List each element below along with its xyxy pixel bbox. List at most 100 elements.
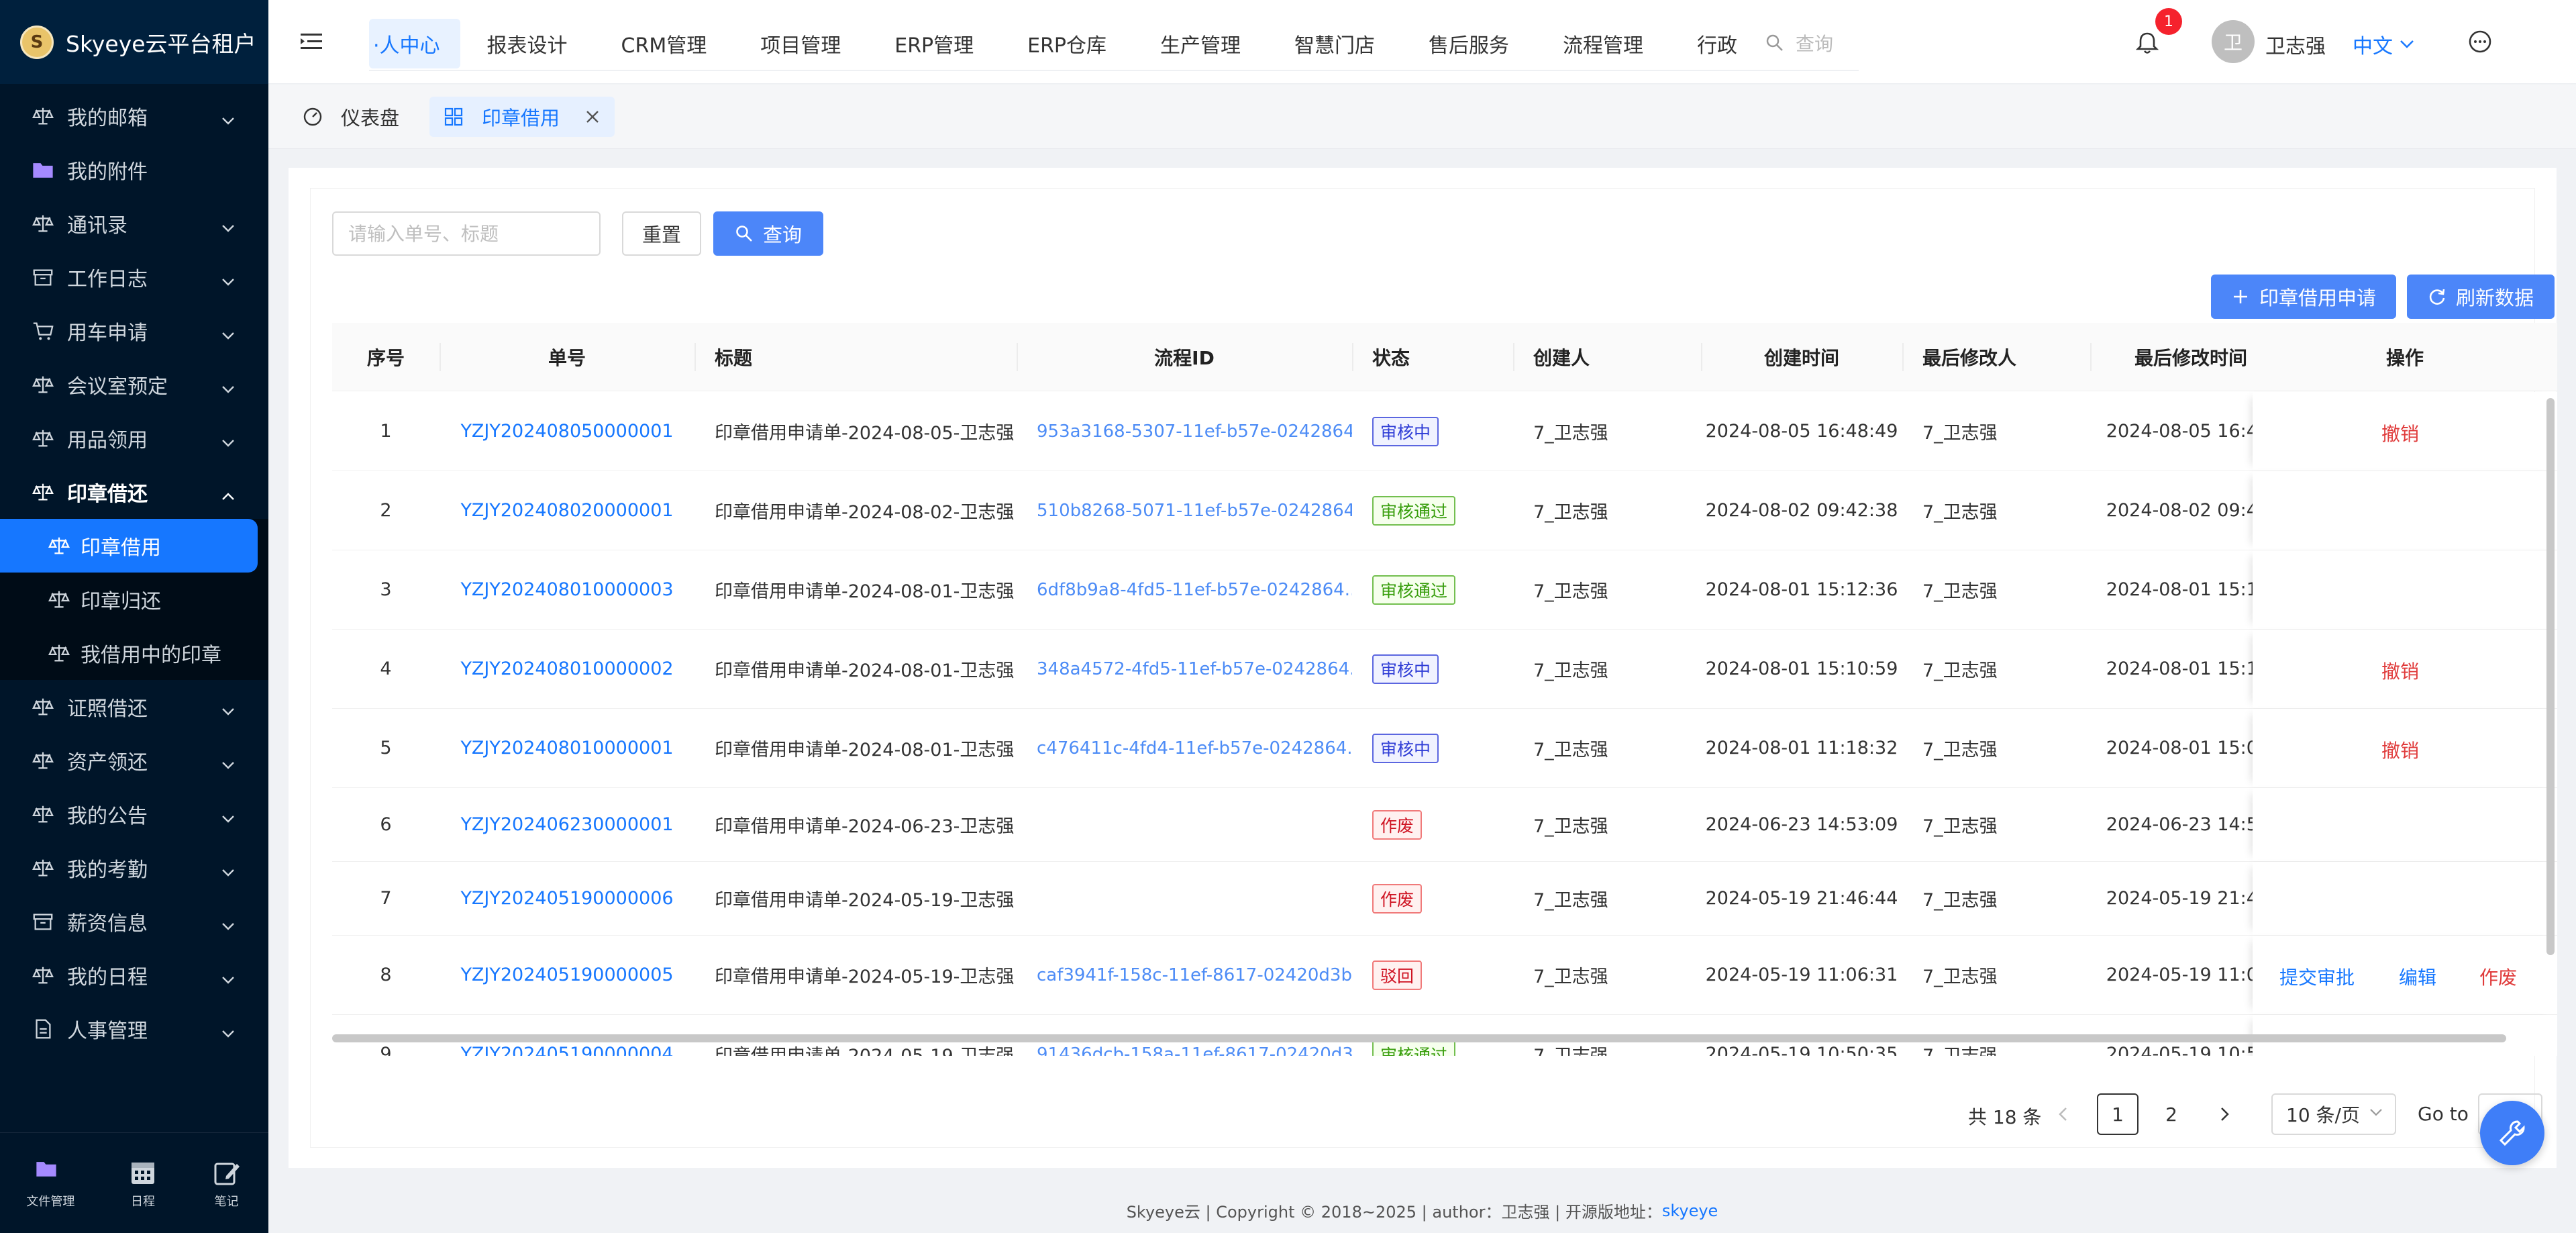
- chat-icon[interactable]: [2467, 28, 2493, 55]
- global-search[interactable]: 查询: [1765, 30, 1833, 56]
- top-nav-item-7[interactable]: 智慧门店: [1268, 19, 1402, 68]
- search-input[interactable]: [332, 211, 601, 256]
- void-link[interactable]: 作废: [2479, 963, 2517, 990]
- vertical-scrollbar[interactable]: [2546, 398, 2555, 955]
- cell-process-id[interactable]: caf3941f-158c-11ef-8617-02420d3b...: [1017, 936, 1352, 1014]
- sidebar-item-4[interactable]: 用车申请: [0, 304, 268, 358]
- table-row[interactable]: 3 YZJY202408010000003 印章借用申请单-2024-08-01-卫…: [332, 550, 2557, 630]
- table-row[interactable]: 5 YZJY202408010000001 印章借用申请单-2024-08-01-卫…: [332, 709, 2557, 788]
- horizontal-scrollbar[interactable]: [332, 1034, 2506, 1042]
- cell-process-id[interactable]: [1017, 788, 1352, 861]
- sidebar-item-12[interactable]: 薪资信息: [0, 895, 268, 948]
- top-nav-item-2[interactable]: CRM管理: [595, 19, 734, 68]
- sidebar-item-1[interactable]: 我的附件: [0, 143, 268, 197]
- sidebar-item-label: 我的公告: [67, 805, 148, 828]
- tab-seal-borrow[interactable]: 印章借用: [429, 97, 615, 137]
- sidebar-subitem-0[interactable]: 印章借用: [0, 519, 258, 573]
- cell-process-id[interactable]: [1017, 862, 1352, 935]
- column-divider[interactable]: [1902, 343, 1904, 371]
- column-divider[interactable]: [1513, 343, 1514, 371]
- sidebar-subitem-2[interactable]: 我借用中的印章: [0, 626, 268, 680]
- cell-order-number[interactable]: YZJY202405190000006: [440, 862, 694, 935]
- cell-process-id[interactable]: 953a3168-5307-11ef-b57e-0242864...: [1017, 392, 1352, 471]
- table-row[interactable]: 8 YZJY202405190000005 印章借用申请单-2024-05-19-卫…: [332, 936, 2557, 1015]
- next-page-button[interactable]: [2204, 1093, 2246, 1135]
- username[interactable]: 卫志强: [2265, 30, 2326, 59]
- page-size-select[interactable]: 10 条/页: [2271, 1093, 2396, 1135]
- column-divider[interactable]: [1017, 343, 1018, 371]
- footer-link[interactable]: skyeye: [1662, 1201, 1718, 1220]
- page-2-button[interactable]: 2: [2151, 1093, 2192, 1135]
- table-row[interactable]: 6 YZJY202406230000001 印章借用申请单-2024-06-23-卫…: [332, 788, 2557, 862]
- cell-order-number[interactable]: YZJY202408010000001: [440, 709, 694, 787]
- revoke-link[interactable]: 撤销: [2381, 736, 2419, 763]
- sidebar-item-label: 证照借还: [67, 697, 148, 721]
- refresh-button[interactable]: 刷新数据: [2407, 275, 2555, 319]
- menu-collapse-icon[interactable]: [299, 30, 323, 54]
- cell-order-number[interactable]: YZJY202406230000001: [440, 788, 694, 861]
- top-nav-item-1[interactable]: 报表设计: [460, 19, 595, 68]
- sidebar-item-7[interactable]: 印章借还: [0, 465, 268, 519]
- table-row[interactable]: 7 YZJY202405190000006 印章借用申请单-2024-05-19-卫…: [332, 862, 2557, 936]
- reset-button[interactable]: 重置: [622, 211, 701, 256]
- brand-name: Skyeye云平台租户: [66, 30, 256, 57]
- settings-fab[interactable]: [2480, 1101, 2544, 1165]
- prev-page-button[interactable]: [2042, 1093, 2083, 1135]
- top-nav-item-10[interactable]: 行政: [1670, 19, 1764, 68]
- seal-borrow-apply-button[interactable]: 印章借用申请: [2211, 275, 2396, 319]
- sidebar-item-14[interactable]: 人事管理: [0, 1002, 268, 1056]
- cell-order-number[interactable]: YZJY202408020000001: [440, 471, 694, 550]
- page-1-button[interactable]: 1: [2097, 1093, 2139, 1135]
- cell-process-id[interactable]: c476411c-4fd4-11ef-b57e-0242864...: [1017, 709, 1352, 787]
- column-divider[interactable]: [1352, 343, 1353, 371]
- cell-order-number[interactable]: YZJY202408050000001: [440, 392, 694, 471]
- column-divider[interactable]: [1701, 343, 1702, 371]
- column-divider[interactable]: [2090, 343, 2092, 371]
- cell-order-number[interactable]: YZJY202405190000005: [440, 936, 694, 1014]
- sidebar-item-13[interactable]: 我的日程: [0, 948, 268, 1002]
- sidebar-item-9[interactable]: 资产领还: [0, 734, 268, 787]
- query-button[interactable]: 查询: [713, 211, 823, 256]
- top-nav-item-4[interactable]: ERP管理: [868, 19, 1000, 68]
- top-nav-item-0[interactable]: ·人中心: [369, 19, 460, 68]
- cell-process-id[interactable]: 510b8268-5071-11ef-b57e-0242864...: [1017, 471, 1352, 550]
- cell-order-number[interactable]: YZJY202408010000002: [440, 630, 694, 708]
- revoke-link[interactable]: 撤销: [2381, 420, 2419, 446]
- table-row[interactable]: 1 YZJY202408050000001 印章借用申请单-2024-08-05-卫…: [332, 392, 2557, 471]
- language-select[interactable]: 中文: [2353, 30, 2414, 59]
- sidebar-item-6[interactable]: 用品领用: [0, 411, 268, 465]
- sidebar-item-3[interactable]: 工作日志: [0, 250, 268, 304]
- brand[interactable]: S Skyeye云平台租户: [0, 0, 268, 84]
- close-icon[interactable]: [584, 108, 601, 126]
- main-content: 重置 查询 印章借用申请 刷新数据 序号 单号 标题 流程ID 状态 创建人 创建时间 最后修…: [289, 168, 2557, 1168]
- sidebar-item-11[interactable]: 我的考勤: [0, 841, 268, 895]
- cell-process-id[interactable]: 348a4572-4fd5-11ef-b57e-0242864...: [1017, 630, 1352, 708]
- avatar[interactable]: 卫: [2212, 20, 2255, 63]
- revoke-link[interactable]: 撤销: [2381, 657, 2419, 684]
- sidebar-subitem-1[interactable]: 印章归还: [0, 573, 268, 626]
- sidebar-item-2[interactable]: 通讯录: [0, 197, 268, 250]
- sidebar-item-8[interactable]: 证照借还: [0, 680, 268, 734]
- top-nav-item-9[interactable]: 流程管理: [1536, 19, 1670, 68]
- column-divider[interactable]: [694, 343, 696, 371]
- edit-link[interactable]: 编辑: [2399, 963, 2436, 990]
- top-nav-item-5[interactable]: ERP仓库: [1000, 19, 1133, 68]
- sidebar-item-5[interactable]: 会议室预定: [0, 358, 268, 411]
- cell-process-id[interactable]: 6df8b9a8-4fd5-11ef-b57e-0242864...: [1017, 550, 1352, 629]
- bell-icon[interactable]: [2134, 30, 2161, 56]
- sidebar-item-0[interactable]: 我的邮箱: [0, 89, 268, 143]
- top-nav-item-6[interactable]: 生产管理: [1133, 19, 1268, 68]
- sidebar-item-10[interactable]: 我的公告: [0, 787, 268, 841]
- column-divider[interactable]: [440, 343, 441, 371]
- table-row[interactable]: 4 YZJY202408010000002 印章借用申请单-2024-08-01-卫…: [332, 630, 2557, 709]
- cell-modifier: 7_卫志强: [1922, 816, 1998, 837]
- dock-item-2[interactable]: 笔记: [211, 1157, 242, 1210]
- cell-order-number[interactable]: YZJY202408010000003: [440, 550, 694, 629]
- submit-approval-link[interactable]: 提交审批: [2279, 963, 2355, 990]
- table-row[interactable]: 2 YZJY202408020000001 印章借用申请单-2024-08-02-卫…: [332, 471, 2557, 550]
- dock-item-0[interactable]: 文件管理: [26, 1157, 74, 1210]
- dock-item-1[interactable]: 日程: [127, 1157, 158, 1210]
- tab-dashboard[interactable]: 仪表盘: [289, 97, 413, 137]
- top-nav-item-8[interactable]: 售后服务: [1402, 19, 1536, 68]
- top-nav-item-3[interactable]: 项目管理: [733, 19, 868, 68]
